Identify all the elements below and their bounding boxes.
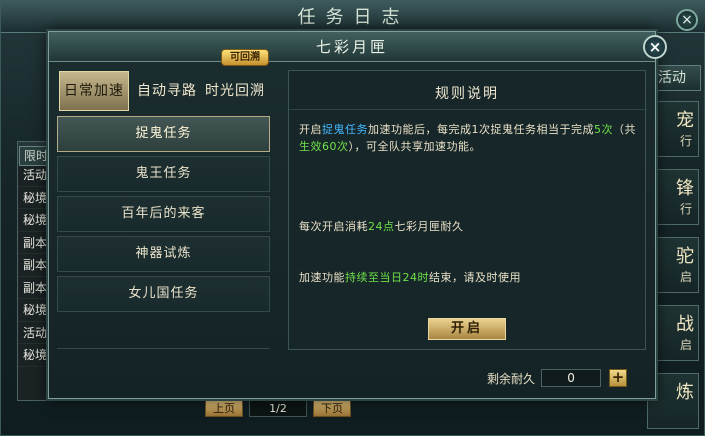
rule-text: 结束，请及时使用 <box>429 271 521 284</box>
quest-log-pager: 上页 1/2 下页 <box>205 399 351 419</box>
tab-time-rewind[interactable]: 时光回溯 <box>197 72 265 110</box>
rule-highlight-cost: 24点 <box>368 220 395 233</box>
task-item-ghost-catching[interactable]: 捉鬼任务 <box>57 116 270 152</box>
rule-text: ），可全队共享加速功能。 <box>348 140 481 153</box>
rule-text: 七彩月匣耐久 <box>394 220 464 233</box>
quest-log-title-bar: 任务日志 <box>1 1 705 33</box>
list-item[interactable]: 活动 <box>18 164 52 187</box>
task-item-visitor-from-future[interactable]: 百年后的来客 <box>57 196 270 232</box>
rule-highlight-total: 生效60次 <box>299 140 349 153</box>
rule-text: 开启 <box>299 123 322 136</box>
prev-page-button[interactable]: 上页 <box>205 399 243 417</box>
dialog-close-icon[interactable]: × <box>643 35 667 59</box>
durability-value: 0 <box>541 369 602 387</box>
rainbow-moon-box-dialog: 七彩月匣 × 可回溯 日常加速 自动寻路 时光回溯 捉鬼任务 鬼王任务 百年后的… <box>48 31 667 399</box>
rule-text: （共 <box>613 123 636 136</box>
tab-daily-acceleration[interactable]: 日常加速 <box>59 71 129 111</box>
list-item[interactable]: 秘境 <box>18 299 52 322</box>
task-list-divider <box>57 348 270 349</box>
remaining-durability: 剩余耐久 0 + <box>487 367 628 389</box>
dialog-tabbar: 日常加速 自动寻路 时光回溯 <box>59 71 265 111</box>
durability-label: 剩余耐久 <box>487 371 536 386</box>
activity-card-title: 战 <box>676 314 694 335</box>
task-item-artifact-trial[interactable]: 神器试炼 <box>57 236 270 272</box>
tab-auto-pathfinding[interactable]: 自动寻路 <box>129 72 197 110</box>
quest-log-title: 任务日志 <box>297 7 410 28</box>
task-item-womens-kingdom[interactable]: 女儿国任务 <box>57 276 270 312</box>
start-button[interactable]: 开启 <box>428 318 506 340</box>
activity-card-title: 炼 <box>676 382 694 403</box>
next-page-button[interactable]: 下页 <box>313 399 351 417</box>
activity-card-title: 锋 <box>676 178 694 199</box>
activity-card-status: 行 <box>679 134 692 148</box>
list-item[interactable]: 副本 <box>18 277 52 299</box>
activity-card-status: 启 <box>679 270 692 284</box>
quest-log-close-icon[interactable]: × <box>676 9 698 31</box>
list-item[interactable]: 秘境 <box>18 187 52 209</box>
activity-card-title: 宠 <box>676 110 694 131</box>
list-item[interactable]: 副本 <box>18 232 52 254</box>
rule-highlight-count: 5次 <box>594 123 613 136</box>
rules-divider <box>289 109 645 110</box>
rule-highlight-duration: 持续至当日24时 <box>345 271 429 284</box>
list-item[interactable]: 秘境 <box>18 344 52 367</box>
page-indicator: 1/2 <box>249 399 307 417</box>
add-durability-icon[interactable]: + <box>609 369 628 387</box>
list-item[interactable]: 秘境 <box>18 209 52 232</box>
rule-text: 加速功能 <box>299 271 345 284</box>
rule-duration: 加速功能持续至当日24时结束，请及时使用 <box>299 269 639 286</box>
dialog-title: 七彩月匣 <box>315 38 388 56</box>
activity-card-status: 启 <box>679 338 692 352</box>
rules-title: 规则说明 <box>435 86 499 102</box>
rule-text: 每次开启消耗 <box>299 220 368 233</box>
activity-card-title: 驼 <box>676 246 694 267</box>
rule-durability-cost: 每次开启消耗24点七彩月匣耐久 <box>299 218 639 235</box>
task-item-ghost-king[interactable]: 鬼王任务 <box>57 156 270 192</box>
rule-text: 加速功能后，每完成1次捉鬼任务相当于完成 <box>368 123 594 136</box>
dialog-title-bar: 七彩月匣 <box>49 32 655 62</box>
activity-card-status: 行 <box>679 202 692 216</box>
list-item[interactable]: 副本 <box>18 254 52 277</box>
list-item[interactable]: 活动 <box>18 322 52 344</box>
rule-highlight-task: 捉鬼任务 <box>322 123 368 136</box>
rules-panel: 规则说明 开启捉鬼任务加速功能后，每完成1次捉鬼任务相当于完成5次（共生效60次… <box>288 70 646 350</box>
rule-acceleration-description: 开启捉鬼任务加速功能后，每完成1次捉鬼任务相当于完成5次（共生效60次），可全队… <box>299 121 639 155</box>
task-list: 捉鬼任务 鬼王任务 百年后的来客 神器试炼 女儿国任务 <box>57 116 270 348</box>
rewind-available-badge: 可回溯 <box>221 49 269 66</box>
